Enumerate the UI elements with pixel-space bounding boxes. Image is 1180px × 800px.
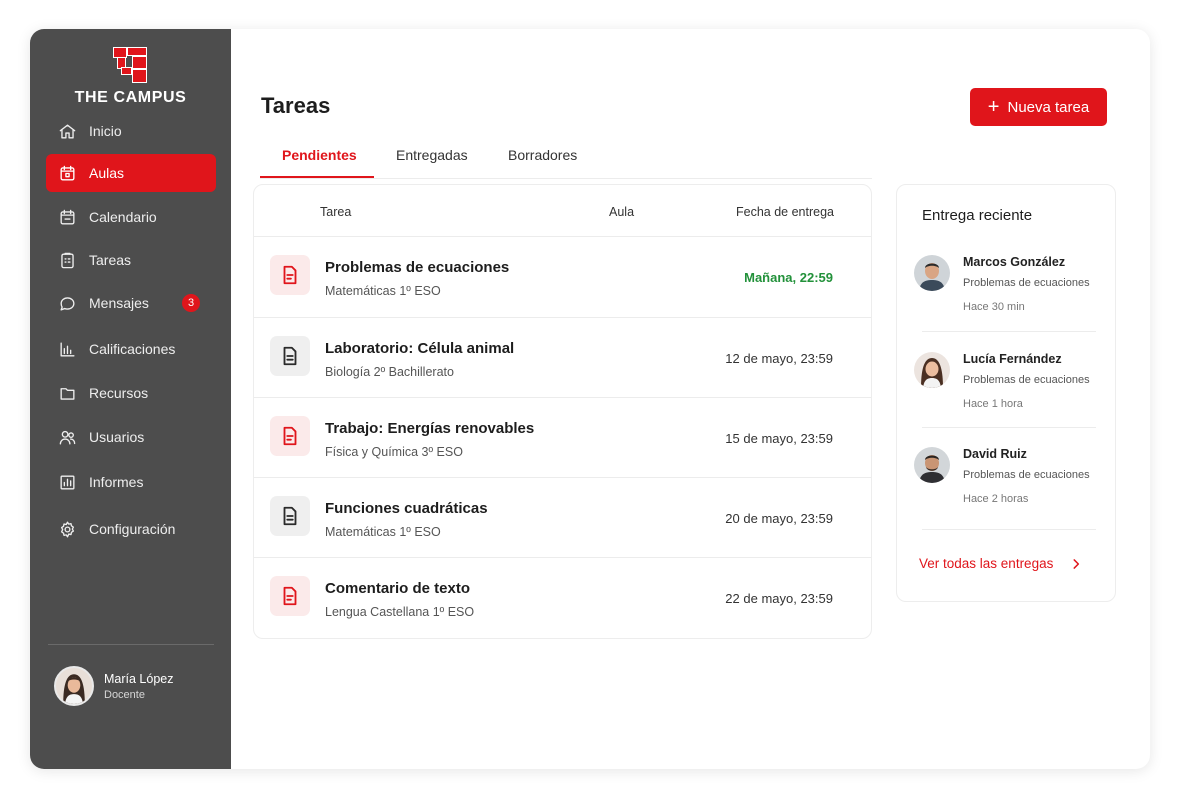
submitter-name: David Ruiz: [963, 447, 1027, 461]
submission-time: Hace 1 hora: [963, 398, 1023, 410]
document-red-icon: [270, 255, 310, 295]
sidebar-item-mensajes[interactable]: Mensajes 3: [46, 284, 216, 322]
sidebar-item-informes[interactable]: Informes: [46, 463, 216, 501]
document-red-icon: [270, 576, 310, 616]
table-row[interactable]: Funciones cuadráticas Matemáticas 1º ESO…: [254, 477, 871, 558]
table-row[interactable]: Problemas de ecuaciones Matemáticas 1º E…: [254, 236, 871, 317]
avatar: [914, 255, 950, 291]
document-gray-icon: [270, 496, 310, 536]
task-title: Funciones cuadráticas: [325, 500, 488, 517]
sidebar-item-label: Inicio: [89, 123, 122, 139]
active-tab-indicator: [260, 176, 374, 178]
sidebar-divider: [48, 644, 214, 645]
sidebar-item-label: Mensajes: [89, 295, 149, 311]
user-profile[interactable]: María López Docente: [54, 666, 173, 706]
sidebar-item-recursos[interactable]: Recursos: [46, 374, 216, 412]
task-course: Lengua Castellana 1º ESO: [325, 605, 475, 619]
sidebar-item-label: Recursos: [89, 385, 149, 401]
tasks-table: Tarea Aula Fecha de entrega Problemas de…: [253, 184, 872, 639]
gear-icon: [57, 519, 77, 539]
recent-submissions-panel: Entrega reciente Marcos González Problem…: [896, 184, 1116, 602]
unread-messages-badge: 3: [182, 294, 200, 312]
sidebar: THE CAMPUS Inicio Aulas Calendario Tarea…: [30, 29, 231, 769]
divider: [922, 427, 1096, 428]
recent-submissions-title: Entrega reciente: [922, 207, 1033, 224]
sidebar-item-calificaciones[interactable]: Calificaciones: [46, 330, 216, 368]
new-task-label: Nueva tarea: [1007, 98, 1090, 116]
sidebar-item-configuracion[interactable]: Configuración: [46, 510, 216, 548]
tab-pendientes[interactable]: Pendientes: [282, 147, 357, 163]
task-title: Problemas de ecuaciones: [325, 259, 510, 276]
sidebar-item-tareas[interactable]: Tareas: [46, 241, 216, 279]
task-due-date: 20 de mayo, 23:59: [725, 511, 833, 526]
avatar: [914, 447, 950, 483]
profile-name: María López: [104, 671, 174, 686]
document-red-icon: [270, 416, 310, 456]
column-header-aula[interactable]: Aula: [609, 205, 634, 219]
column-header-tarea[interactable]: Tarea: [320, 205, 351, 219]
sidebar-item-label: Aulas: [89, 165, 125, 181]
sidebar-item-label: Tareas: [89, 252, 132, 268]
tab-borradores[interactable]: Borradores: [508, 147, 577, 163]
document-gray-icon: [270, 336, 310, 376]
submitter-name: Lucía Fernández: [963, 352, 1062, 366]
avatar: [914, 352, 950, 388]
chat-bubble-icon: [57, 293, 77, 313]
new-task-button[interactable]: + Nueva tarea: [970, 88, 1107, 126]
table-row[interactable]: Trabajo: Energías renovables Física y Qu…: [254, 397, 871, 478]
submission-task: Problemas de ecuaciones: [963, 277, 1090, 289]
task-course: Matemáticas 1º ESO: [325, 525, 441, 539]
clipboard-icon: [57, 250, 77, 270]
task-course: Biología 2º Bachillerato: [325, 365, 454, 379]
column-header-fecha[interactable]: Fecha de entrega: [736, 205, 834, 219]
task-due-date: 15 de mayo, 23:59: [725, 431, 833, 446]
task-course: Física y Química 3º ESO: [325, 445, 463, 459]
report-chart-icon: [57, 472, 77, 492]
profile-role: Docente: [104, 688, 145, 701]
table-row[interactable]: Comentario de texto Lengua Castellana 1º…: [254, 557, 871, 638]
submission-time: Hace 2 horas: [963, 493, 1029, 505]
chevron-right-icon: [1073, 558, 1080, 569]
submitter-name: Marcos González: [963, 255, 1066, 269]
divider: [922, 529, 1096, 530]
page-title: Tareas: [261, 93, 331, 118]
classroom-calendar-icon: [57, 163, 77, 183]
bar-chart-icon: [57, 339, 77, 359]
plus-icon: +: [987, 96, 1000, 118]
sidebar-item-usuarios[interactable]: Usuarios: [46, 418, 216, 456]
task-due-date: 22 de mayo, 23:59: [725, 591, 833, 606]
sidebar-item-label: Informes: [89, 474, 144, 490]
see-all-label: Ver todas las entregas: [919, 556, 1054, 571]
task-course: Matemáticas 1º ESO: [325, 284, 441, 298]
users-icon: [57, 427, 77, 447]
logo-mark-icon: [112, 47, 149, 85]
brand-name: THE CAMPUS: [74, 89, 187, 106]
logo[interactable]: THE CAMPUS: [30, 47, 231, 107]
avatar: [54, 666, 94, 706]
task-due-date: Mañana, 22:59: [744, 270, 833, 285]
sidebar-item-inicio[interactable]: Inicio: [46, 112, 216, 150]
task-title: Laboratorio: Célula animal: [325, 340, 515, 357]
sidebar-item-label: Calificaciones: [89, 341, 176, 357]
folder-icon: [57, 383, 77, 403]
table-row[interactable]: Laboratorio: Célula animal Biología 2º B…: [254, 317, 871, 398]
home-icon: [57, 121, 77, 141]
sidebar-item-label: Calendario: [89, 209, 157, 225]
sidebar-item-label: Configuración: [89, 521, 176, 537]
divider: [922, 331, 1096, 332]
sidebar-item-calendario[interactable]: Calendario: [46, 198, 216, 236]
see-all-submissions-link[interactable]: Ver todas las entregas: [919, 556, 1083, 571]
tabs-divider: [260, 178, 872, 179]
submission-task: Problemas de ecuaciones: [963, 469, 1090, 481]
app-window: THE CAMPUS Inicio Aulas Calendario Tarea…: [30, 29, 1150, 769]
task-due-date: 12 de mayo, 23:59: [725, 351, 833, 366]
submission-time: Hace 30 min: [963, 301, 1025, 313]
sidebar-item-aulas[interactable]: Aulas: [46, 154, 216, 192]
submission-task: Problemas de ecuaciones: [963, 374, 1090, 386]
task-title: Trabajo: Energías renovables: [325, 420, 535, 437]
tab-entregadas[interactable]: Entregadas: [396, 147, 468, 163]
sidebar-item-label: Usuarios: [89, 429, 145, 445]
calendar-icon: [57, 207, 77, 227]
task-title: Comentario de texto: [325, 580, 471, 597]
